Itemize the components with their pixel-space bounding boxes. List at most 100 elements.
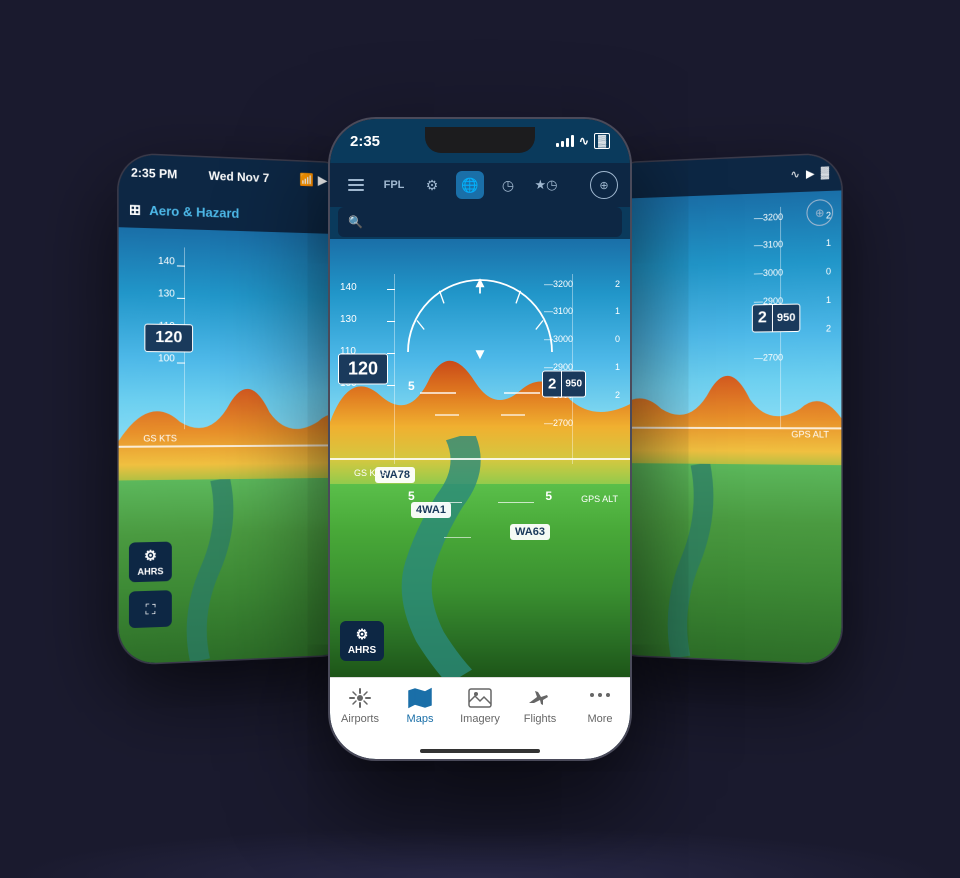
notch [425, 127, 535, 153]
right-sub-2b: 2 [826, 323, 831, 333]
flights-tab-label: Flights [524, 713, 556, 725]
more-icon [586, 686, 614, 710]
waypoint-wa63: WA63 [510, 524, 550, 540]
gear-icon: ⚙ [426, 177, 439, 194]
right-sub-0: 0 [826, 266, 831, 276]
globe-icon: 🌐 [461, 177, 478, 194]
center-alt-tape: —3200 2 —3100 1 —3000 0 —2900 1 —2800 2 … [542, 274, 622, 504]
clock-icon: ◷ [502, 177, 514, 194]
right-sub-1b: 1 [826, 295, 831, 305]
center-spd-label: GS KTS [338, 468, 403, 478]
home-indicator [420, 749, 540, 753]
center-search-bar[interactable]: 🔍 [338, 207, 622, 237]
left-speed-label: GS KTS [127, 433, 193, 443]
bar3 [566, 138, 569, 147]
center-toolbar: FPL ⚙ 🌐 ◷ ★◷ ⊕ [330, 163, 630, 207]
left-expand-btn[interactable]: ⛶ [129, 590, 172, 628]
tab-more[interactable]: More [570, 686, 630, 725]
center-battery-icon: ▓ [594, 133, 610, 149]
center-rnum-2a: 2 [615, 279, 620, 289]
airports-tab-label: Airports [341, 713, 379, 725]
tab-flights[interactable]: Flights [510, 686, 570, 725]
left-ahrs-label: AHRS [137, 566, 163, 577]
toolbar-icons-left: FPL ⚙ 🌐 ◷ ★◷ [342, 171, 560, 199]
center-ahrs-label: AHRS [348, 645, 376, 656]
more-tab-label: More [587, 713, 612, 725]
right-alt-current: 2 950 [752, 304, 801, 333]
center-rnum-1a: 1 [615, 306, 620, 316]
center-spd-current: 120 [338, 354, 388, 385]
location-icon: ▶ [318, 173, 327, 187]
tab-maps[interactable]: Maps [390, 686, 450, 725]
phone-left-screen: 2:35 PM Wed Nov 7 📶 ▶ 🔋 ⊞ Aero & Hazard [119, 154, 357, 665]
phone-right-screen: ∿ ▶ ▓ ⊕ [604, 154, 842, 665]
imagery-icon [466, 686, 494, 710]
left-ahrs-btn[interactable]: ⚙ AHRS [129, 542, 172, 583]
hud-lower-line-3 [444, 537, 471, 539]
center-wifi-icon: ∿ [579, 134, 589, 148]
imagery-tab-label: Imagery [460, 713, 500, 725]
phone-center-screen: 2:35 ▶ ∿ ▓ [330, 119, 630, 759]
left-header-label: Aero & Hazard [149, 202, 239, 220]
toolbar-layers-btn[interactable] [342, 171, 370, 199]
hud-pitch-line-1 [420, 392, 456, 394]
maps-tab-label: Maps [407, 713, 434, 725]
maps-icon [406, 686, 434, 710]
center-spd-140: 140 [340, 282, 357, 293]
phone-right: ∿ ▶ ▓ ⊕ [604, 154, 842, 665]
left-speed-100: 100 [158, 354, 175, 364]
center-alt-label: GPS ALT [542, 494, 622, 504]
left-airspeed-tape: 140 130 110 100 120 GS KTS [127, 246, 193, 444]
center-alt-3100: —3100 [544, 306, 573, 316]
right-alt-2700: —2700 [754, 352, 783, 362]
center-ahrs-btn[interactable]: ⚙ AHRS [340, 621, 384, 661]
center-alt-3200: —3200 [544, 279, 573, 289]
hud-pitch-line-3 [435, 414, 459, 416]
toolbar-star-btn[interactable]: ★◷ [532, 171, 560, 199]
tab-airports[interactable]: Airports [330, 686, 390, 725]
tab-imagery[interactable]: Imagery [450, 686, 510, 725]
toolbar-crosshair-btn[interactable]: ⊕ [590, 171, 618, 199]
right-alt-3100: —3100 [754, 239, 783, 250]
center-time: 2:35 [350, 133, 380, 150]
star-icon: ★◷ [535, 177, 558, 193]
toolbar-gear-btn[interactable]: ⚙ [418, 171, 446, 199]
flights-icon [526, 686, 554, 710]
center-alt-main: 2 [542, 371, 562, 398]
center-alt-sub: 950 [562, 371, 586, 398]
toolbar-clock-btn[interactable]: ◷ [494, 171, 522, 199]
right-river-svg [604, 463, 842, 664]
hud-label-5-left: 5 [408, 379, 415, 393]
waypoint-4wa1: 4WA1 [411, 502, 451, 518]
fpl-label: FPL [384, 179, 405, 191]
left-header: ⊞ Aero & Hazard [119, 190, 357, 234]
toolbar-globe-btn[interactable]: 🌐 [456, 171, 484, 199]
right-location-icon: ▶ [806, 167, 815, 181]
right-alt-tape: —3200 —3100 —3000 —2900 —2800 —2700 2 1 … [752, 205, 833, 440]
center-gear-icon: ⚙ [356, 626, 369, 643]
center-airspeed-tape: 140 130 110 100 120 GS KTS [338, 274, 403, 667]
right-battery-icon: ▓ [821, 166, 829, 179]
left-day: Wed Nov 7 [209, 169, 270, 185]
right-alt-main: 2 [752, 304, 773, 333]
bar2 [561, 141, 564, 147]
center-spd-130: 130 [340, 314, 357, 325]
center-tab-bar: Airports Maps [330, 677, 630, 759]
right-sub-1a: 1 [826, 238, 831, 248]
center-status-icons: ∿ ▓ [556, 133, 610, 149]
airports-icon [346, 686, 374, 710]
phone-left: 2:35 PM Wed Nov 7 📶 ▶ 🔋 ⊞ Aero & Hazard [119, 154, 357, 665]
hud-lower-line-2 [498, 502, 534, 504]
toolbar-fpl-btn[interactable]: FPL [380, 171, 408, 199]
center-alt-current: 2 950 [542, 371, 586, 398]
right-alt-3000: —3000 [754, 267, 783, 278]
signal-bars [556, 135, 574, 147]
right-alt-3200: —3200 [754, 212, 783, 223]
bar4 [571, 135, 574, 147]
center-rnum-1b: 1 [615, 362, 620, 372]
phones-container: 2:35 PM Wed Nov 7 📶 ▶ 🔋 ⊞ Aero & Hazard [100, 29, 860, 849]
expand-icon: ⛶ [145, 600, 155, 618]
left-gear-icon: ⚙ [144, 547, 157, 565]
phone-center: 2:35 ▶ ∿ ▓ [330, 119, 630, 759]
crosshair-icon: ⊕ [599, 179, 608, 192]
